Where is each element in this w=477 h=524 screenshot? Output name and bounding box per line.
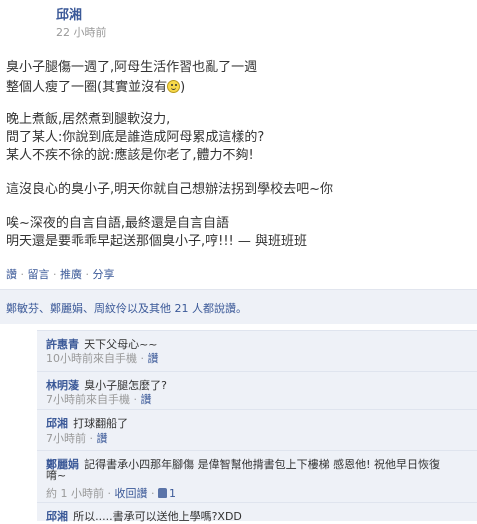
post-actions: 讚 · 留言 · 推廣 · 分享: [6, 266, 115, 282]
like-link[interactable]: 讚: [6, 268, 17, 281]
post-line: 問了某人:你說到底是誰造成阿母累成這樣的?: [6, 130, 265, 145]
separator: ·: [86, 432, 97, 445]
comment-like-link[interactable]: 讚: [141, 393, 152, 406]
comment-meta: 7小時前 · 讚: [46, 430, 108, 446]
post-timestamp[interactable]: 22 小時前: [56, 24, 107, 40]
likes-summary[interactable]: 鄭敏芬、鄭麗娟、周紋伶以及其他 21 人都說讚。: [6, 300, 247, 316]
separator: ·: [147, 487, 158, 500]
comment-text: 打球翻船了: [73, 417, 129, 430]
separator: ·: [137, 352, 148, 365]
comment-timestamp[interactable]: 10小時前來自手機: [46, 352, 137, 365]
comment-like-link[interactable]: 讚: [97, 432, 108, 445]
post-line: 這沒良心的臭小子,明天你就自己想辦法拐到學校去吧~你: [6, 182, 334, 197]
comment-text-continued: 唷~: [46, 469, 67, 482]
comment-meta: 7小時前來自手機 · 讚: [46, 391, 152, 407]
post-line: 臭小子腿傷一週了,阿母生活作習也亂了一週: [6, 60, 258, 75]
comment-timestamp[interactable]: 約 1 小時前: [46, 487, 104, 500]
promote-link[interactable]: 推廣: [60, 268, 82, 281]
thumbs-up-icon: [158, 488, 167, 498]
comment: 邱湘 打球翻船了: [46, 412, 128, 431]
separator: ·: [104, 487, 115, 500]
comment-meta: 10小時前來自手機 · 讚: [46, 350, 159, 366]
comment-unlike-link[interactable]: 收回讚: [115, 487, 148, 500]
separator: ·: [130, 393, 141, 406]
comment-timestamp[interactable]: 7小時前來自手機: [46, 393, 130, 406]
comment-like-link[interactable]: 讚: [148, 352, 159, 365]
post-line-text: 整個人瘦了一圈(其實並沒有: [6, 80, 168, 95]
share-link[interactable]: 分享: [93, 268, 115, 281]
comment-author[interactable]: 邱湘: [46, 417, 68, 430]
comment-timestamp[interactable]: 7小時前: [46, 432, 86, 445]
post-line: 某人不疾不徐的說:應該是你老了,體力不夠!: [6, 148, 254, 163]
post-line: 整個人瘦了一圈(其實並沒有): [6, 76, 185, 95]
separator: ·: [49, 268, 60, 281]
comment-link[interactable]: 留言: [28, 268, 50, 281]
comment-author[interactable]: 邱湘: [46, 510, 68, 523]
post-line: 明天還是要乖乖早起送那個臭小子,哼!!! — 與班班班: [6, 234, 308, 249]
smiley-emoticon-icon: [167, 80, 181, 93]
comment-text: 記得書承小四那年腳傷 是偉智幫他揹書包上下樓梯 感恩他! 祝他早日恢復: [84, 458, 440, 471]
comment: 邱湘 所以.....書承可以送他上學嗎?XDD: [46, 505, 242, 524]
post-author[interactable]: 邱湘: [56, 4, 82, 23]
separator: ·: [82, 268, 93, 281]
post-line-text: ): [180, 80, 186, 95]
comment-meta: 約 1 小時前 · 收回讚 · 1: [46, 485, 176, 501]
post-line: 唉~深夜的自言自語,最終還是自言自語: [6, 216, 230, 231]
post-line: 晚上煮飯,居然煮到腿軟沒力,: [6, 112, 171, 127]
comment-text: 所以.....書承可以送他上學嗎?XDD: [73, 510, 242, 523]
comment: 鄭麗娟 記得書承小四那年腳傷 是偉智幫他揹書包上下樓梯 感恩他! 祝他早日恢復: [46, 453, 440, 472]
comment-like-count[interactable]: 1: [169, 487, 176, 500]
separator: ·: [17, 268, 28, 281]
